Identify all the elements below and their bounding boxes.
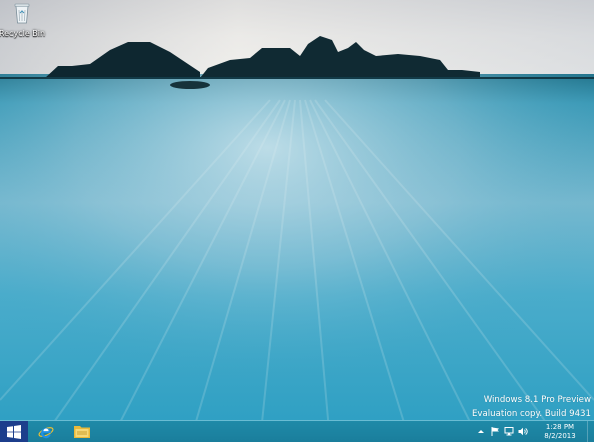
system-tray: 1:28 PM 8/2/2013 bbox=[475, 421, 594, 442]
network-icon bbox=[504, 427, 514, 436]
volume-button[interactable] bbox=[517, 426, 529, 438]
action-center-flag-icon bbox=[491, 427, 499, 436]
windows-logo-icon bbox=[7, 424, 21, 439]
volume-icon bbox=[518, 427, 528, 436]
watermark-build: Evaluation copy. Build 9431 bbox=[471, 409, 591, 419]
taskbar: 1:28 PM 8/2/2013 bbox=[0, 420, 594, 442]
clock-time: 1:28 PM bbox=[545, 422, 575, 431]
clock-date: 8/2/2013 bbox=[544, 431, 576, 440]
desktop-icon-label: Recycle Bin bbox=[0, 29, 46, 38]
taskbar-internet-explorer[interactable] bbox=[33, 421, 59, 442]
chevron-up-icon bbox=[478, 430, 484, 433]
watermark-edition: Windows 8.1 Pro Preview bbox=[483, 395, 591, 405]
internet-explorer-icon bbox=[38, 426, 54, 438]
file-explorer-icon bbox=[74, 426, 90, 438]
desktop[interactable]: Recycle Bin Windows 8.1 Pro Preview Eval… bbox=[0, 0, 594, 442]
network-button[interactable] bbox=[503, 426, 515, 438]
action-center-button[interactable] bbox=[489, 426, 501, 438]
rock-small bbox=[170, 81, 210, 89]
recycle-bin-icon bbox=[14, 3, 30, 24]
taskbar-file-explorer[interactable] bbox=[69, 421, 95, 442]
desktop-wallpaper bbox=[0, 0, 594, 442]
show-hidden-icons-button[interactable] bbox=[475, 426, 487, 438]
evaluation-watermark: Windows 8.1 Pro Preview Evaluation copy.… bbox=[472, 393, 591, 421]
show-desktop-button[interactable] bbox=[587, 421, 594, 442]
desktop-icon-recycle-bin[interactable]: Recycle Bin bbox=[0, 2, 46, 42]
taskbar-clock[interactable]: 1:28 PM 8/2/2013 bbox=[533, 423, 587, 441]
start-button[interactable] bbox=[0, 421, 28, 442]
